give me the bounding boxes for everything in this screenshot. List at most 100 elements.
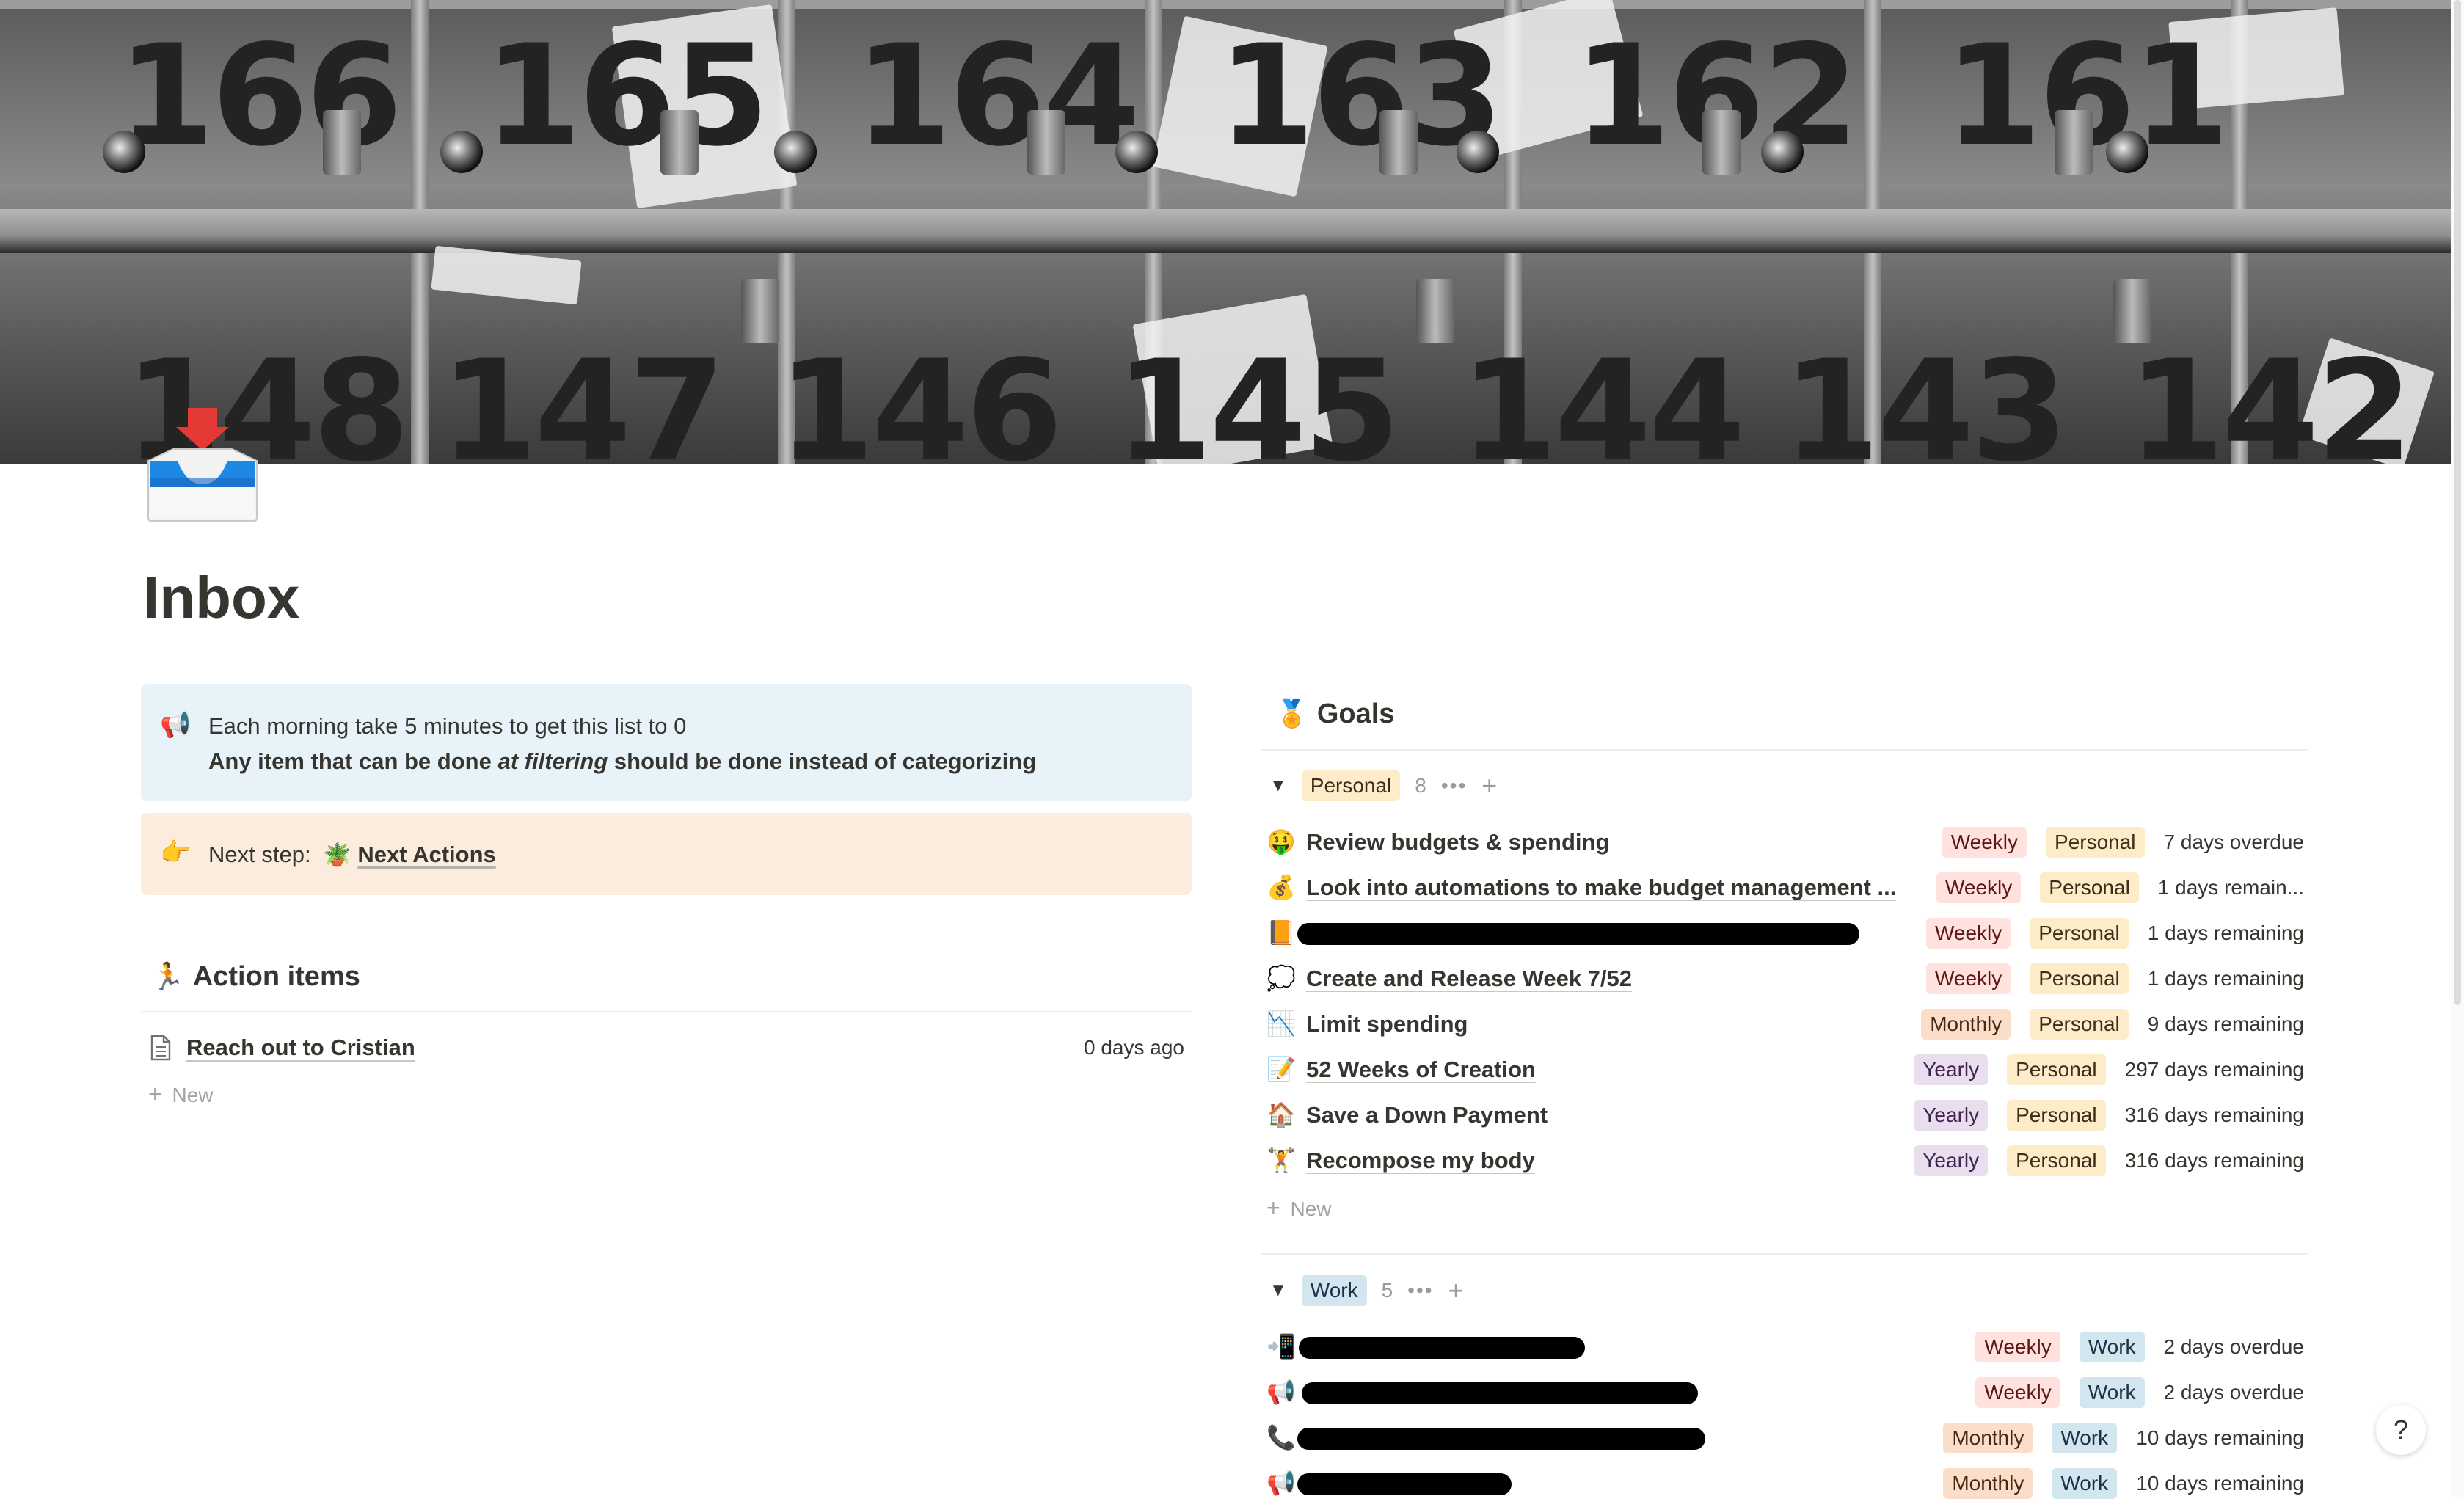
- redacted-title[interactable]: [1299, 1337, 1585, 1359]
- goal-properties: Yearly Personal 297 days remaining: [1914, 1054, 2304, 1085]
- goal-status: 2 days overdue: [2163, 1381, 2304, 1404]
- chart-down-icon: 📉: [1266, 1010, 1296, 1037]
- next-actions-link[interactable]: Next Actions: [357, 842, 495, 867]
- goal-title[interactable]: Review budgets & spending: [1306, 829, 1609, 855]
- goal-properties: Weekly Personal 1 days remaining: [1925, 963, 2304, 994]
- category-tag: Personal: [2030, 1009, 2129, 1040]
- group-header-work: ▼ Work 5 ••• +: [1269, 1275, 1464, 1306]
- next-step-callout: 👉 Next step: 🪴 Next Actions: [141, 813, 1192, 895]
- goal-row[interactable]: 💭 Create and Release Week 7/52 Weekly Pe…: [1262, 957, 2304, 1002]
- redacted-title[interactable]: [1297, 1473, 1512, 1495]
- goal-title[interactable]: Limit spending: [1306, 1011, 1468, 1037]
- cover-hinge: [323, 110, 361, 175]
- action-items-heading[interactable]: 🏃 Action items: [151, 961, 360, 993]
- cover-box-number: 165: [484, 15, 770, 177]
- goal-row[interactable]: 📲 Weekly Work 2 days overdue: [1262, 1325, 2304, 1371]
- cover-hinge: [1379, 110, 1418, 175]
- category-tag: Personal: [2040, 872, 2139, 903]
- goal-properties: Yearly Personal 316 days remaining: [1914, 1145, 2304, 1176]
- goal-row[interactable]: 🤑 Review budgets & spending Weekly Perso…: [1262, 820, 2304, 866]
- telephone-icon: 📞: [1266, 1424, 1296, 1451]
- redacted-title[interactable]: [1297, 923, 1859, 945]
- goal-row[interactable]: 🏠 Save a Down Payment Yearly Personal 31…: [1262, 1093, 2304, 1139]
- cover-image[interactable]: 166 165 164 163 162 161 148 147 146 145 …: [0, 0, 2451, 464]
- cover-lock: [774, 131, 817, 173]
- goal-row[interactable]: 📢 Weekly Work 2 days overdue: [1262, 1371, 2304, 1416]
- collapse-toggle-icon[interactable]: ▼: [1269, 1280, 1287, 1301]
- goal-row[interactable]: 📝 52 Weeks of Creation Yearly Personal 2…: [1262, 1048, 2304, 1093]
- goal-row[interactable]: 💰 Look into automations to make budget m…: [1262, 866, 2304, 911]
- goal-status: 10 days remaining: [2136, 1472, 2304, 1495]
- goal-properties: Monthly Personal 9 days remaining: [1921, 1009, 2304, 1040]
- goal-row[interactable]: 📢 Monthly Work 10 days remaining: [1262, 1462, 2304, 1507]
- memo-icon: 📝: [1266, 1056, 1296, 1082]
- callout-line-2-post: should be done instead of categorizing: [608, 748, 1037, 774]
- cover-box-number: 145: [1115, 330, 1401, 464]
- category-tag: Personal: [2030, 963, 2129, 994]
- orange-book-icon: 📙: [1266, 919, 1296, 946]
- add-item-icon[interactable]: +: [1448, 1277, 1464, 1304]
- category-tag: Personal: [2030, 918, 2129, 949]
- goal-properties: Monthly Work 10 days remaining: [1943, 1468, 2304, 1499]
- category-tag: Personal: [2007, 1100, 2106, 1131]
- group-tag-personal[interactable]: Personal: [1301, 770, 1401, 801]
- redacted-title[interactable]: [1297, 1428, 1705, 1450]
- scrollbar-thumb[interactable]: [2454, 0, 2461, 1005]
- group-tag-work[interactable]: Work: [1301, 1275, 1367, 1306]
- cover-box-number: 164: [855, 15, 1140, 177]
- goals-title: Goals: [1316, 698, 1395, 729]
- weightlifter-icon: 🏋: [1266, 1147, 1296, 1173]
- goal-status: 1 days remaining: [2147, 922, 2304, 944]
- category-tag: Personal: [2046, 827, 2145, 858]
- category-tag: Personal: [2007, 1145, 2106, 1176]
- goal-title[interactable]: Recompose my body: [1306, 1147, 1535, 1174]
- goal-properties: Yearly Personal 316 days remaining: [1914, 1100, 2304, 1131]
- goal-properties: Weekly Personal 7 days overdue: [1942, 827, 2304, 858]
- cover-shelf: [0, 209, 2451, 253]
- callout-line-2-emphasis: at filtering: [497, 748, 608, 774]
- goal-title[interactable]: Look into automations to make budget man…: [1306, 875, 1896, 901]
- goal-row[interactable]: 📞 Monthly Work 10 days remaining: [1262, 1416, 2304, 1462]
- more-options-icon[interactable]: •••: [1407, 1279, 1433, 1302]
- info-callout: 📢 Each morning take 5 minutes to get thi…: [141, 684, 1192, 801]
- collapse-toggle-icon[interactable]: ▼: [1269, 776, 1287, 796]
- group-count: 5: [1381, 1279, 1393, 1302]
- cover-lock: [1457, 131, 1499, 173]
- goal-title[interactable]: Create and Release Week 7/52: [1306, 966, 1632, 992]
- new-action-item-button[interactable]: + New: [148, 1081, 213, 1108]
- action-item-date: 0 days ago: [1084, 1036, 1184, 1059]
- goal-status: 316 days remaining: [2124, 1103, 2304, 1126]
- goals-heading[interactable]: 🏅 Goals: [1275, 698, 1394, 730]
- goal-title[interactable]: 52 Weeks of Creation: [1306, 1057, 1536, 1083]
- goal-title[interactable]: Save a Down Payment: [1306, 1102, 1548, 1128]
- group-header-personal: ▼ Personal 8 ••• +: [1269, 770, 1497, 801]
- goal-row[interactable]: 🏋 Recompose my body Yearly Personal 316 …: [1262, 1139, 2304, 1184]
- page-title[interactable]: Inbox: [143, 569, 299, 627]
- inbox-tray-icon[interactable]: [145, 408, 260, 522]
- new-label: New: [172, 1084, 214, 1106]
- goal-status: 1 days remain...: [2157, 876, 2304, 899]
- next-step-line: Next step: 🪴 Next Actions: [208, 841, 496, 868]
- help-button[interactable]: ?: [2376, 1405, 2426, 1455]
- category-tag: Work: [2052, 1468, 2118, 1499]
- scrollbar[interactable]: [2451, 0, 2464, 1497]
- goal-properties: Weekly Work 2 days overdue: [1975, 1332, 2304, 1362]
- frequency-tag: Yearly: [1914, 1054, 1989, 1085]
- page-icon: [150, 1035, 171, 1061]
- frequency-tag: Yearly: [1914, 1145, 1989, 1176]
- potted-plant-icon: 🪴: [323, 842, 351, 867]
- add-item-icon[interactable]: +: [1481, 773, 1497, 799]
- divider: [1261, 1253, 2308, 1255]
- redacted-title[interactable]: [1302, 1382, 1698, 1404]
- more-options-icon[interactable]: •••: [1441, 774, 1467, 798]
- new-goal-button[interactable]: + New: [1266, 1194, 1331, 1222]
- runner-icon: 🏃: [151, 961, 184, 991]
- goal-row[interactable]: 📉 Limit spending Monthly Personal 9 days…: [1262, 1002, 2304, 1048]
- goal-row[interactable]: 📙 Weekly Personal 1 days remaining: [1262, 911, 2304, 957]
- medal-icon: 🏅: [1275, 698, 1308, 729]
- action-item-title[interactable]: Reach out to Cristian: [186, 1035, 415, 1061]
- category-tag: Work: [2052, 1423, 2118, 1453]
- goal-status: 9 days remaining: [2147, 1012, 2304, 1035]
- cover-lock: [2106, 131, 2148, 173]
- goal-properties: Monthly Work 10 days remaining: [1943, 1423, 2304, 1453]
